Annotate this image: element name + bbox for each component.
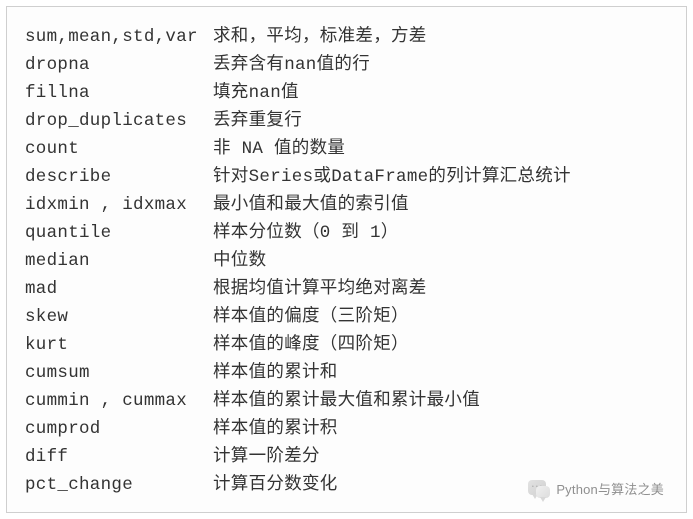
function-name: idxmin , idxmax <box>25 191 213 219</box>
table-row: count非 NA 值的数量 <box>25 135 668 163</box>
function-name: drop_duplicates <box>25 107 213 135</box>
table-row: kurt样本值的峰度（四阶矩） <box>25 331 668 359</box>
table-row: cumprod样本值的累计积 <box>25 415 668 443</box>
function-name: diff <box>25 443 213 471</box>
table-row: quantile样本分位数（0 到 1） <box>25 219 668 247</box>
function-name: cumsum <box>25 359 213 387</box>
watermark: ••• Python与算法之美 <box>528 479 664 498</box>
function-name: cummin , cummax <box>25 387 213 415</box>
wechat-icon: ••• <box>528 480 550 498</box>
table-row: diff计算一阶差分 <box>25 443 668 471</box>
function-name: median <box>25 247 213 275</box>
function-description: 非 NA 值的数量 <box>213 135 668 163</box>
function-description: 样本值的累计积 <box>213 415 668 443</box>
table-row: skew样本值的偏度（三阶矩） <box>25 303 668 331</box>
function-description: 丢弃重复行 <box>213 107 668 135</box>
reference-table-frame: sum,mean,std,var求和，平均，标准差，方差dropna丢弃含有na… <box>6 6 687 513</box>
function-name: skew <box>25 303 213 331</box>
function-name: quantile <box>25 219 213 247</box>
function-description: 样本值的峰度（四阶矩） <box>213 331 668 359</box>
function-name: describe <box>25 163 213 191</box>
function-description: 填充nan值 <box>213 79 668 107</box>
function-description: 针对Series或DataFrame的列计算汇总统计 <box>213 163 668 191</box>
table-row: fillna填充nan值 <box>25 79 668 107</box>
watermark-label: Python与算法之美 <box>556 479 664 498</box>
function-description: 中位数 <box>213 247 668 275</box>
function-name: count <box>25 135 213 163</box>
function-name: fillna <box>25 79 213 107</box>
function-name: mad <box>25 275 213 303</box>
function-description: 丢弃含有nan值的行 <box>213 51 668 79</box>
function-description: 最小值和最大值的索引值 <box>213 191 668 219</box>
function-name: cumprod <box>25 415 213 443</box>
function-description: 样本值的累计最大值和累计最小值 <box>213 387 668 415</box>
table-row: mad根据均值计算平均绝对离差 <box>25 275 668 303</box>
function-name: pct_change <box>25 471 213 499</box>
table-row: cumsum样本值的累计和 <box>25 359 668 387</box>
function-name: sum,mean,std,var <box>25 23 213 51</box>
table-row: drop_duplicates丢弃重复行 <box>25 107 668 135</box>
function-table: sum,mean,std,var求和，平均，标准差，方差dropna丢弃含有na… <box>25 23 668 499</box>
table-row: describe针对Series或DataFrame的列计算汇总统计 <box>25 163 668 191</box>
function-description: 根据均值计算平均绝对离差 <box>213 275 668 303</box>
function-description: 求和，平均，标准差，方差 <box>213 23 668 51</box>
table-row: cummin , cummax样本值的累计最大值和累计最小值 <box>25 387 668 415</box>
function-description: 样本值的累计和 <box>213 359 668 387</box>
function-name: dropna <box>25 51 213 79</box>
function-description: 样本值的偏度（三阶矩） <box>213 303 668 331</box>
table-row: median中位数 <box>25 247 668 275</box>
table-row: dropna丢弃含有nan值的行 <box>25 51 668 79</box>
function-name: kurt <box>25 331 213 359</box>
function-description: 计算一阶差分 <box>213 443 668 471</box>
table-row: sum,mean,std,var求和，平均，标准差，方差 <box>25 23 668 51</box>
function-description: 样本分位数（0 到 1） <box>213 219 668 247</box>
table-row: idxmin , idxmax最小值和最大值的索引值 <box>25 191 668 219</box>
